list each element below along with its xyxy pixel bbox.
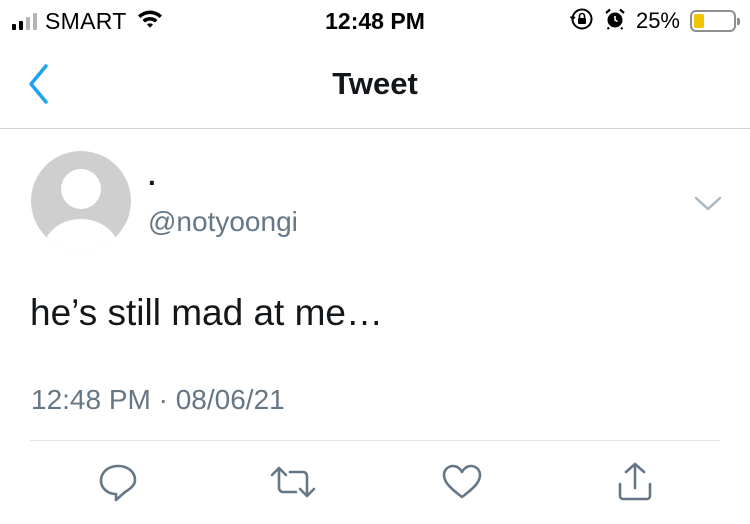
default-profile-avatar-icon bbox=[31, 151, 131, 251]
display-name[interactable]: . bbox=[148, 160, 156, 192]
avatar[interactable] bbox=[31, 151, 131, 251]
retweet-button[interactable] bbox=[268, 460, 318, 504]
tweet-timestamp[interactable]: 12:48 PM · 08/06/21 bbox=[31, 382, 285, 418]
battery-percent: 25% bbox=[635, 8, 680, 33]
heart-icon bbox=[442, 464, 482, 499]
chevron-down-icon bbox=[694, 196, 722, 211]
tweet-text: he’s still mad at me… bbox=[30, 292, 383, 333]
tweet-menu-button[interactable] bbox=[692, 192, 724, 214]
page-title: Tweet bbox=[332, 66, 418, 101]
alarm-icon bbox=[604, 8, 626, 35]
orientation-lock-icon bbox=[569, 7, 594, 36]
reply-icon bbox=[99, 464, 137, 502]
nav-bar: Tweet bbox=[0, 40, 750, 129]
status-bar: SMART 12:48 PM 25% bbox=[0, 0, 750, 40]
divider bbox=[30, 440, 720, 441]
battery-icon bbox=[690, 10, 740, 32]
status-bar-right: 25% bbox=[569, 7, 740, 36]
battery-nub bbox=[737, 18, 740, 25]
reply-button[interactable] bbox=[96, 460, 140, 504]
retweet-icon bbox=[270, 466, 316, 498]
share-icon bbox=[618, 462, 652, 501]
like-button[interactable] bbox=[440, 460, 484, 504]
user-handle[interactable]: @notyoongi bbox=[148, 205, 298, 239]
share-button[interactable] bbox=[613, 460, 657, 504]
battery-level-fill bbox=[694, 14, 704, 28]
